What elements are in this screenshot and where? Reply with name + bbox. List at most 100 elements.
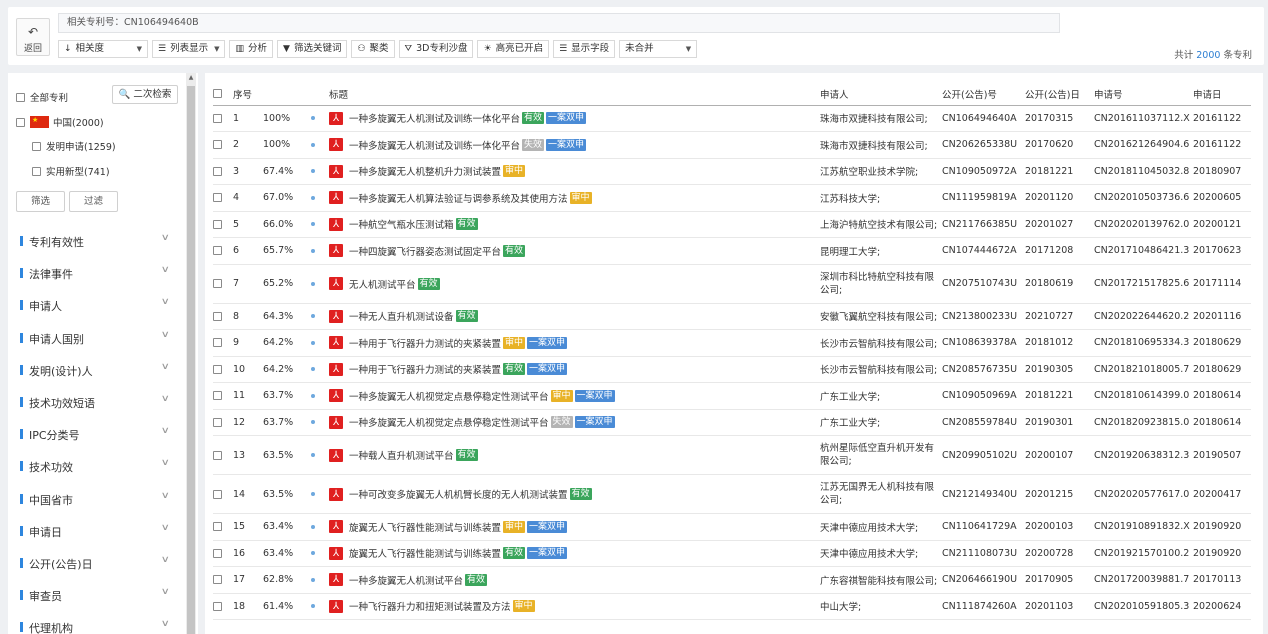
row-checkbox[interactable] (213, 575, 222, 585)
facet-item[interactable]: 专利有效性 ∨ (8, 225, 186, 257)
chevron-down-icon[interactable]: ∨ (161, 362, 170, 372)
pdf-icon[interactable]: ⅄ (329, 599, 343, 613)
row-app-no[interactable]: CN201820923815.0 (1094, 409, 1193, 436)
row-app-no[interactable]: CN201621264904.6 (1094, 131, 1193, 159)
row-checkbox[interactable] (213, 450, 222, 460)
row-app-no[interactable]: CN201721517825.6 (1094, 264, 1193, 304)
row-checkbox[interactable] (213, 417, 222, 427)
facet-item[interactable]: 代理机构 ∨ (8, 611, 186, 634)
facet-item[interactable]: 发明(设计)人 ∨ (8, 354, 186, 386)
table-row[interactable]: 3 67.4% ⅄ 一种多旋翼无人机整机升力测试装置 审中 江苏航空职业技术学院; CN10… (213, 158, 1251, 185)
row-pub-no[interactable]: CN212149340U (942, 474, 1025, 514)
row-pub-no[interactable]: CN106494640A (942, 105, 1025, 132)
pdf-icon[interactable]: ⅄ (329, 309, 343, 323)
row-checkbox[interactable] (213, 279, 222, 288)
row-app-no[interactable]: CN202010503736.6 (1094, 184, 1193, 212)
row-title[interactable]: 无人机测试平台 (349, 280, 416, 291)
table-row[interactable]: 16 63.4% ⅄ 旋翼无人飞行器性能测试与训练装置 有效 一案双申 天津中德应用技术大学… (213, 540, 1251, 567)
row-applicant[interactable]: 广东工业大学; (820, 382, 942, 410)
row-applicant[interactable]: 安徽飞翼航空科技有限公司; (820, 303, 942, 330)
row-applicant[interactable]: 上海沪特航空技术有限公司; (820, 211, 942, 238)
related-patent-field[interactable]: 相关专利号：CN106494640B (58, 13, 1060, 33)
pdf-icon[interactable]: ⅄ (329, 217, 343, 231)
secondary-search-button[interactable]: 🔍 二次检索 (112, 85, 178, 104)
table-row[interactable]: 10 64.2% ⅄ 一种用于飞行器升力测试的夹紧装置 有效 一案双申 长沙市云智航科技有限… (213, 356, 1251, 383)
pdf-icon[interactable]: ⅄ (329, 164, 343, 178)
row-applicant[interactable]: 长沙市云智航科技有限公司; (820, 356, 942, 383)
row-title[interactable]: 旋翼无人飞行器性能测试与训练装置 (349, 549, 501, 560)
row-title[interactable]: 一种飞行器升力和扭矩测试装置及方法 (349, 602, 511, 613)
row-checkbox[interactable] (213, 140, 222, 150)
china-option[interactable]: 中国(2000) (16, 115, 104, 129)
chevron-down-icon[interactable]: ∨ (161, 426, 170, 436)
row-title[interactable]: 一种可改变多旋翼无人机机臂长度的无人机测试装置 (349, 490, 568, 501)
row-title[interactable]: 一种载人直升机测试平台 (349, 451, 454, 462)
row-checkbox[interactable] (213, 522, 222, 532)
table-row[interactable]: 15 63.4% ⅄ 旋翼无人飞行器性能测试与训练装置 审中 一案双申 天津中德应用技术大学… (213, 513, 1251, 541)
all-patents-option[interactable]: 全部专利 (16, 90, 68, 104)
invention-option[interactable]: 发明申请(1259) (32, 139, 116, 153)
header-title[interactable]: 标题 (329, 83, 820, 106)
display-fields-button[interactable]: ☰ 显示字段 (553, 40, 616, 58)
row-applicant[interactable]: 珠海市双捷科技有限公司; (820, 131, 942, 159)
pdf-icon[interactable]: ⅄ (329, 520, 343, 534)
row-applicant[interactable]: 天津中德应用技术大学; (820, 540, 942, 567)
row-checkbox[interactable] (213, 338, 222, 348)
row-app-no[interactable]: CN201921570100.2 (1094, 540, 1193, 567)
sort-select[interactable]: ↓ 相关度 ▼ (58, 40, 148, 58)
header-applicant[interactable]: 申请人 (820, 83, 942, 106)
row-pub-no[interactable]: CN208576735U (942, 356, 1025, 383)
row-applicant[interactable]: 江苏无国界无人机科技有限公司; (820, 474, 942, 514)
china-checkbox[interactable] (16, 117, 25, 127)
facet-item[interactable]: 中国省市 ∨ (8, 483, 186, 515)
analysis-button[interactable]: ▥ 分析 (229, 40, 274, 58)
chevron-down-icon[interactable]: ∨ (161, 265, 170, 275)
back-button[interactable]: ↶ 返回 (16, 18, 50, 56)
row-title[interactable]: 一种多旋翼无人机测试平台 (349, 576, 463, 587)
pdf-icon[interactable]: ⅄ (329, 138, 343, 152)
pdf-icon[interactable]: ⅄ (329, 111, 343, 125)
pdf-icon[interactable]: ⅄ (329, 244, 343, 258)
table-row[interactable]: 7 65.2% ⅄ 无人机测试平台 有效 深圳市科比特航空科技有限公司; CN2075107… (213, 264, 1251, 304)
row-applicant[interactable]: 杭州星际低空直升机开发有限公司; (820, 435, 942, 475)
chevron-down-icon[interactable]: ∨ (161, 587, 170, 597)
header-app-date[interactable]: 申请日 (1193, 83, 1251, 106)
facet-item[interactable]: 申请人国别 ∨ (8, 322, 186, 354)
row-pub-no[interactable]: CN109050972A (942, 158, 1025, 185)
row-pub-no[interactable]: CN211108073U (942, 540, 1025, 567)
list-display-select[interactable]: ☰ 列表显示 ▼ (152, 40, 226, 58)
row-app-no[interactable]: CN201910891832.X (1094, 513, 1193, 541)
pdf-icon[interactable]: ⅄ (329, 415, 343, 429)
exclude-button[interactable]: 过滤 (69, 191, 118, 212)
row-title[interactable]: 一种多旋翼无人机视觉定点悬停稳定性测试平台 (349, 392, 549, 403)
row-checkbox[interactable] (213, 166, 222, 176)
row-app-no[interactable]: CN201810614399.0 (1094, 382, 1193, 410)
facet-item[interactable]: 申请日 ∨ (8, 515, 186, 547)
cluster-button[interactable]: ⚇ 聚类 (351, 40, 395, 58)
scroll-up-icon[interactable]: ▲ (186, 73, 196, 83)
row-title[interactable]: 一种用于飞行器升力测试的夹紧装置 (349, 339, 501, 350)
row-applicant[interactable]: 广东工业大学; (820, 409, 942, 436)
row-applicant[interactable]: 深圳市科比特航空科技有限公司; (820, 264, 942, 304)
chevron-down-icon[interactable]: ∨ (161, 394, 170, 404)
facet-item[interactable]: IPC分类号 ∨ (8, 418, 186, 450)
row-checkbox[interactable] (213, 113, 222, 123)
table-row[interactable]: 8 64.3% ⅄ 一种无人直升机测试设备 有效 安徽飞翼航空科技有限公司; CN21380… (213, 303, 1251, 330)
row-checkbox[interactable] (213, 391, 222, 401)
table-row[interactable]: 2 100% ⅄ 一种多旋翼无人机测试及训练一体化平台 失效 一案双申 珠海市双捷科技有限公… (213, 131, 1251, 159)
chevron-down-icon[interactable]: ∨ (161, 330, 170, 340)
sandbox-button[interactable]: ⛛ 3D专利沙盘 (398, 40, 474, 58)
highlight-toggle[interactable]: ☀ 高亮已开启 (477, 40, 550, 58)
table-row[interactable]: 18 61.4% ⅄ 一种飞行器升力和扭矩测试装置及方法 审中 中山大学; CN111874… (213, 593, 1251, 620)
row-applicant[interactable]: 昆明理工大学; (820, 237, 942, 265)
row-app-no[interactable]: CN201811045032.8 (1094, 158, 1193, 185)
pdf-icon[interactable]: ⅄ (329, 362, 343, 376)
row-pub-no[interactable]: CN211766385U (942, 211, 1025, 238)
row-title[interactable]: 一种用于飞行器升力测试的夹紧装置 (349, 365, 501, 376)
header-pub-no[interactable]: 公开(公告)号 (942, 83, 1025, 106)
utility-checkbox[interactable] (32, 166, 41, 176)
pdf-icon[interactable]: ⅄ (329, 191, 343, 205)
chevron-down-icon[interactable]: ∨ (161, 458, 170, 468)
row-checkbox[interactable] (213, 601, 222, 611)
pdf-icon[interactable]: ⅄ (329, 546, 343, 560)
